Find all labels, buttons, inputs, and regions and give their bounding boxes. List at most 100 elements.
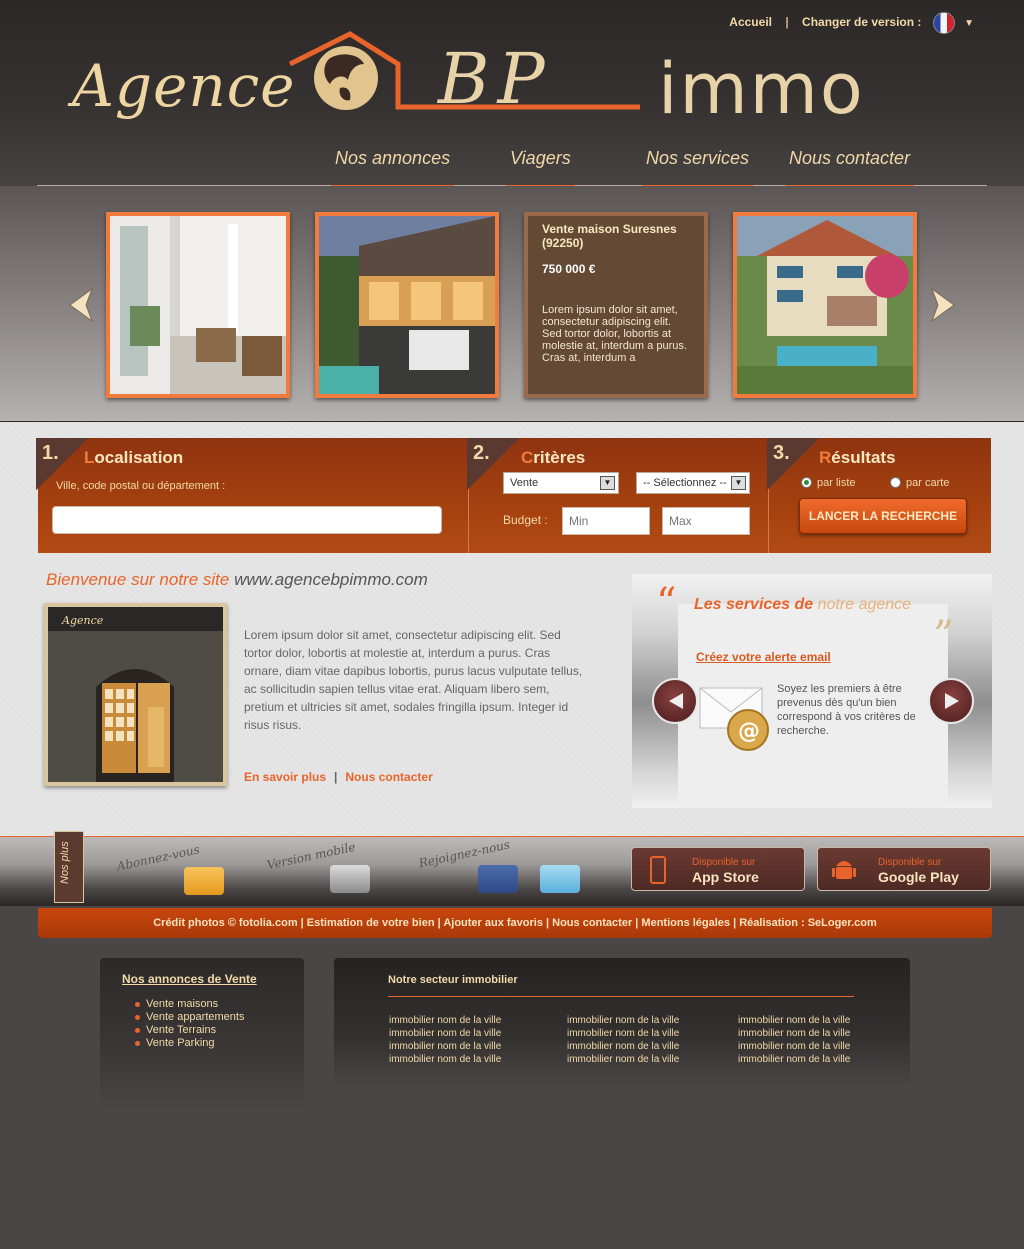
nos-plus-tag: Nos plus <box>54 831 84 903</box>
app-store-button[interactable]: Disponible sur App Store <box>631 847 805 891</box>
featured-title: Vente maison Suresnes (92250) <box>542 222 677 250</box>
extras-strip: Nos plus Abonnez-vous Version mobile Rej… <box>0 831 1024 906</box>
featured-price: 750 000 € <box>542 262 596 276</box>
annonce-item[interactable]: Vente maisons <box>134 998 244 1011</box>
property-thumbnail[interactable] <box>106 212 290 398</box>
city-link[interactable]: immobilier nom de la ville <box>567 1027 679 1040</box>
step-title: Critères <box>521 448 586 467</box>
house-exterior-photo <box>319 216 495 394</box>
secteur-title: Notre secteur immobilier <box>388 974 518 986</box>
radio-unchecked-icon <box>890 477 901 488</box>
property-thumbnail[interactable] <box>733 212 917 398</box>
city-link[interactable]: immobilier nom de la ville <box>567 1040 679 1053</box>
property-thumbnail[interactable] <box>315 212 499 398</box>
services-next-button[interactable] <box>928 678 974 724</box>
nav-nos-services[interactable]: Nos services <box>641 148 754 187</box>
quote-close-icon: „ <box>934 588 955 634</box>
budget-label: Budget : <box>503 513 548 527</box>
city-link[interactable]: immobilier nom de la ville <box>738 1027 850 1040</box>
location-input[interactable] <box>52 506 442 534</box>
step-title: Localisation <box>84 448 184 467</box>
secteur-column: immobilier nom de la ville immobilier no… <box>567 1014 679 1066</box>
annonce-item[interactable]: Vente Terrains <box>134 1024 244 1037</box>
version-label: Changer de version : <box>802 15 922 30</box>
city-link[interactable]: immobilier nom de la ville <box>389 1014 501 1027</box>
site-logo[interactable]: Agence BP immo <box>70 30 960 140</box>
location-label: Ville, code postal ou département : <box>56 480 226 492</box>
dropdown-arrow-icon: ▼ <box>600 476 615 490</box>
site-url: www.agencebpimmo.com <box>234 570 428 589</box>
footer-links-bar[interactable]: Crédit photos © fotolia.com | Estimation… <box>38 908 992 938</box>
annonces-title[interactable]: Nos annonces de Vente <box>122 972 257 986</box>
storefront-image: Agence <box>48 607 223 782</box>
twitter-icon[interactable] <box>540 865 580 893</box>
city-link[interactable]: immobilier nom de la ville <box>389 1053 501 1066</box>
annonce-item[interactable]: Vente Parking <box>134 1037 244 1050</box>
city-link[interactable]: immobilier nom de la ville <box>738 1053 850 1066</box>
search-step-results: 3. Résultats par liste par carte LANCER … <box>767 438 991 553</box>
separator: | <box>785 15 789 30</box>
secteur-column: immobilier nom de la ville immobilier no… <box>389 1014 501 1066</box>
services-description: Soyez les premiers à être prevenus dès q… <box>777 683 916 737</box>
mobile-phone-icon[interactable] <box>330 865 370 893</box>
main-navigation: Nos annonces Viagers Nos services Nous c… <box>37 140 987 187</box>
city-link[interactable]: immobilier nom de la ville <box>567 1014 679 1027</box>
interior-photo <box>110 216 286 394</box>
radio-checked-icon <box>801 477 812 488</box>
featured-description: Lorem ipsum dolor sit amet, consectetur … <box>542 304 687 364</box>
city-link[interactable]: immobilier nom de la ville <box>389 1040 501 1053</box>
android-icon <box>832 861 856 879</box>
city-link[interactable]: immobilier nom de la ville <box>567 1053 679 1066</box>
phone-icon <box>650 856 666 884</box>
google-play-small: Disponible sur <box>878 857 942 868</box>
learn-more-link[interactable]: En savoir plus <box>244 770 326 784</box>
dropdown-arrow-icon: ▼ <box>731 476 746 490</box>
nav-viagers[interactable]: Viagers <box>506 148 575 187</box>
email-alert-link[interactable]: Créez votre alerte email <box>696 650 831 664</box>
annonces-list: Vente maisons Vente appartements Vente T… <box>134 998 244 1050</box>
main-content: 1. Localisation Ville, code postal ou dé… <box>0 422 1024 836</box>
rss-icon[interactable] <box>184 867 224 895</box>
facebook-icon[interactable] <box>478 865 518 893</box>
property-carousel: Vente maison Suresnes (92250) 750 000 € … <box>0 186 1024 422</box>
city-link[interactable]: immobilier nom de la ville <box>738 1014 850 1027</box>
city-link[interactable]: immobilier nom de la ville <box>738 1040 850 1053</box>
logo-agence: Agence <box>72 52 296 120</box>
google-play-button[interactable]: Disponible sur Google Play <box>817 847 991 891</box>
services-prev-button[interactable] <box>652 678 698 724</box>
home-link[interactable]: Accueil <box>729 15 772 29</box>
separator: | <box>334 770 338 784</box>
secteur-column: immobilier nom de la ville immobilier no… <box>738 1014 850 1066</box>
agency-storefront-photo: Agence <box>44 603 227 786</box>
arrow-left-icon[interactable] <box>66 287 96 323</box>
city-link[interactable]: immobilier nom de la ville <box>389 1027 501 1040</box>
divider <box>388 996 854 997</box>
radio-list-view[interactable]: par liste <box>801 477 856 489</box>
secteur-panel: Notre secteur immobilier immobilier nom … <box>334 958 910 1088</box>
storefront-sign: Agence <box>61 614 104 627</box>
arrow-right-icon[interactable] <box>928 287 958 323</box>
welcome-title: Bienvenue sur notre site www.agencebpimm… <box>46 570 428 589</box>
property-type-select[interactable]: -- Sélectionnez -- ▼ <box>636 472 750 494</box>
search-button[interactable]: LANCER LA RECHERCHE <box>799 498 967 534</box>
welcome-links: En savoir plus | Nous contacter <box>244 770 433 784</box>
property-thumbnail-featured[interactable]: Vente maison Suresnes (92250) 750 000 € … <box>524 212 708 398</box>
app-store-small: Disponible sur <box>692 857 756 868</box>
nav-nous-contacter[interactable]: Nous contacter <box>784 148 915 187</box>
nav-nos-annonces[interactable]: Nos annonces <box>330 148 455 187</box>
featured-overlay: Vente maison Suresnes (92250) 750 000 € … <box>528 216 704 394</box>
annonce-item[interactable]: Vente appartements <box>134 1011 244 1024</box>
search-step-location: 1. Localisation Ville, code postal ou dé… <box>36 438 469 553</box>
budget-min-input[interactable] <box>562 507 650 535</box>
radio-map-view[interactable]: par carte <box>890 477 949 489</box>
chevron-down-icon[interactable]: ▼ <box>964 18 974 29</box>
transaction-type-select[interactable]: Vente ▼ <box>503 472 619 494</box>
contact-link[interactable]: Nous contacter <box>345 770 432 784</box>
services-title: Les services de notre agence <box>694 596 912 613</box>
logo-bp: BP <box>438 38 553 120</box>
email-alert-icon: @ <box>699 687 769 751</box>
google-play-label: Google Play <box>878 869 959 885</box>
services-box: “ „ Les services de notre agence Créez v… <box>632 574 992 808</box>
annonces-panel: Nos annonces de Vente Vente maisons Vent… <box>100 958 304 1112</box>
budget-max-input[interactable] <box>662 507 750 535</box>
